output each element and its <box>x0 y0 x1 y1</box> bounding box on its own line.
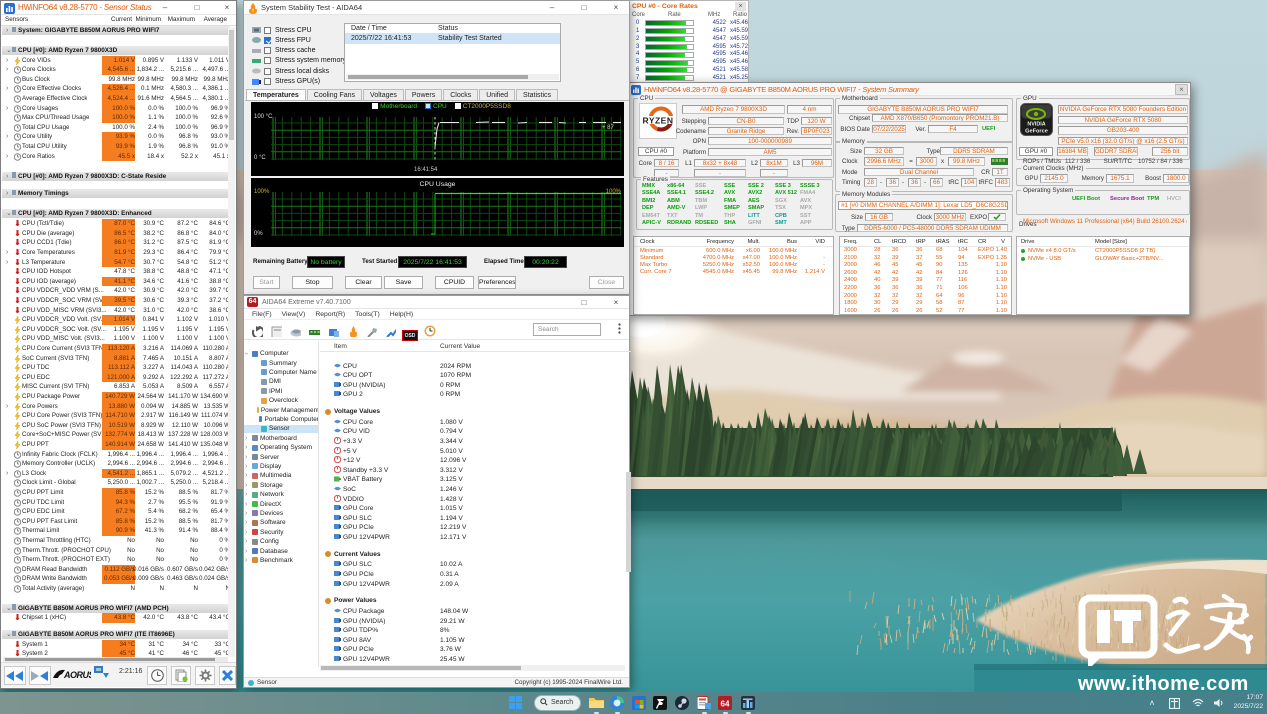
svg-text:64: 64 <box>721 700 730 709</box>
svg-text:NVIDIA: NVIDIA <box>1027 122 1045 128</box>
svg-text:RYZEN: RYZEN <box>643 116 674 126</box>
svg-text:GeForce: GeForce <box>1025 129 1048 135</box>
svg-text:+ 87: + 87 <box>602 125 615 131</box>
svg-text:AORUS: AORUS <box>63 670 91 680</box>
